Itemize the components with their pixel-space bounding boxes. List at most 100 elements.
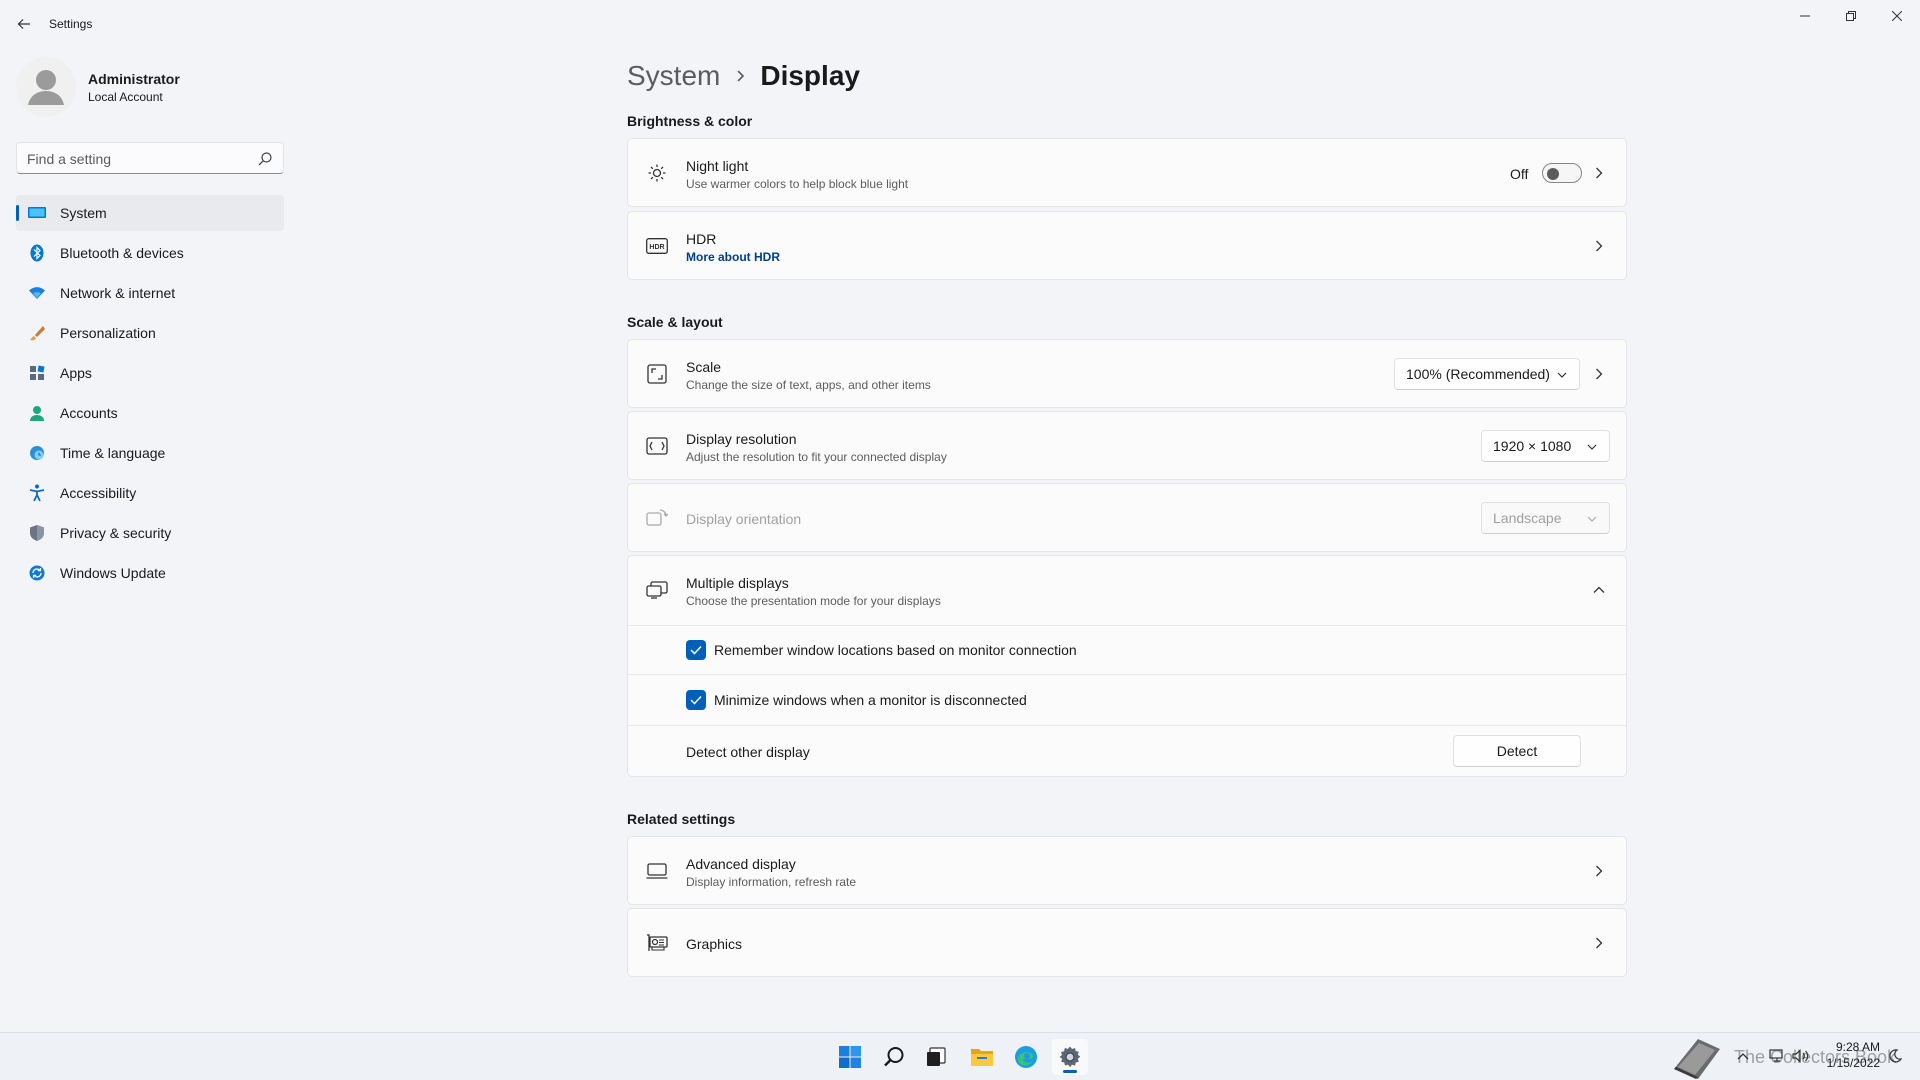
sidebar-item-bluetooth[interactable]: Bluetooth & devices	[16, 235, 284, 271]
sidebar-item-personalization[interactable]: Personalization	[16, 315, 284, 351]
sidebar-item-time-language[interactable]: Time & language	[16, 435, 284, 471]
search-box[interactable]	[16, 142, 284, 174]
resolution-dropdown[interactable]: 1920 × 1080	[1481, 430, 1610, 462]
sidebar-item-apps[interactable]: Apps	[16, 355, 284, 391]
edge-button[interactable]	[1008, 1039, 1044, 1075]
scale-dropdown-value: 100% (Recommended)	[1406, 366, 1550, 382]
book-icon	[1674, 1039, 1720, 1079]
checkmark-icon	[690, 695, 702, 705]
checkmark-icon	[690, 645, 702, 655]
chevron-up-icon[interactable]	[1734, 1047, 1752, 1065]
sidebar-item-label: Apps	[60, 365, 92, 381]
title-bar: Settings	[0, 0, 1920, 48]
sidebar-item-label: Network & internet	[60, 285, 176, 301]
shield-icon	[27, 523, 47, 543]
sidebar-item-label: Accounts	[60, 405, 118, 421]
toggle-knob	[1547, 168, 1559, 180]
moon-icon[interactable]	[1886, 1047, 1904, 1065]
chevron-right-icon[interactable]	[1592, 367, 1606, 381]
sidebar-item-accounts[interactable]: Accounts	[16, 395, 284, 431]
scale-subtitle: Change the size of text, apps, and other…	[686, 378, 931, 392]
hdr-card[interactable]: HDR HDR More about HDR	[627, 211, 1627, 280]
advanced-display-card[interactable]: Advanced display Display information, re…	[627, 836, 1627, 905]
brush-icon	[27, 323, 47, 343]
remember-window-locations-label[interactable]: Remember window locations based on monit…	[714, 642, 1077, 658]
hdr-title: HDR	[686, 231, 717, 247]
close-button[interactable]	[1874, 0, 1920, 32]
chevron-down-icon	[1587, 516, 1597, 522]
search-taskbar-button[interactable]	[876, 1039, 912, 1075]
clock-date: 1/15/2022	[1826, 1056, 1880, 1070]
volume-icon[interactable]	[1792, 1047, 1810, 1065]
advanced-display-subtitle: Display information, refresh rate	[686, 875, 857, 889]
edge-browser-icon	[1015, 1046, 1037, 1068]
chevron-down-icon	[1587, 444, 1597, 450]
avatar	[16, 57, 76, 117]
section-title-scale-layout: Scale & layout	[627, 314, 723, 330]
minimize-button[interactable]	[1782, 0, 1828, 32]
graphics-card[interactable]: Graphics	[627, 908, 1627, 977]
divider	[628, 674, 1626, 675]
sidebar-item-privacy[interactable]: Privacy & security	[16, 515, 284, 551]
multiple-monitors-icon	[646, 579, 668, 601]
detect-button[interactable]: Detect	[1453, 735, 1581, 767]
network-wired-icon[interactable]	[1768, 1047, 1786, 1065]
sidebar-item-label: Accessibility	[60, 485, 137, 501]
close-icon	[1892, 11, 1902, 21]
display-resolution-card: Display resolution Adjust the resolution…	[627, 411, 1627, 480]
active-app-indicator	[1063, 1070, 1077, 1073]
minimize-icon	[1800, 15, 1810, 17]
sidebar-item-label: Bluetooth & devices	[60, 245, 184, 261]
night-light-toggle[interactable]	[1542, 163, 1582, 183]
display-orientation-card: Display orientation Landscape	[627, 483, 1627, 552]
multiple-displays-subtitle: Choose the presentation mode for your di…	[686, 594, 941, 608]
chevron-up-icon[interactable]	[1592, 583, 1606, 597]
search-icon[interactable]	[257, 151, 273, 167]
taskbar-clock[interactable]: 9:28 AM 1/15/2022	[1820, 1039, 1880, 1071]
sidebar-item-network[interactable]: Network & internet	[16, 275, 284, 311]
taskbar: The Collectors Book 9:28 AM 1/15/2022	[0, 1032, 1920, 1080]
night-light-subtitle: Use warmer colors to help block blue lig…	[686, 177, 909, 191]
restore-icon	[1846, 11, 1856, 21]
chevron-right-icon	[736, 70, 746, 82]
restore-button[interactable]	[1828, 0, 1874, 32]
more-about-hdr-link[interactable]: More about HDR	[686, 250, 780, 264]
breadcrumb: System Display	[627, 54, 860, 98]
laptop-icon	[646, 860, 668, 882]
folder-icon	[971, 1049, 993, 1066]
chevron-down-icon	[1557, 372, 1567, 378]
resolution-subtitle: Adjust the resolution to fit your connec…	[686, 450, 947, 464]
search-input[interactable]	[27, 149, 247, 169]
chevron-right-icon[interactable]	[1592, 864, 1606, 878]
chevron-right-icon[interactable]	[1592, 936, 1606, 950]
graphics-title: Graphics	[686, 936, 743, 952]
breadcrumb-parent[interactable]: System	[627, 60, 720, 92]
night-light-card[interactable]: Night light Use warmer colors to help bl…	[627, 138, 1627, 207]
app-title: Settings	[49, 17, 93, 31]
minimize-windows-label[interactable]: Minimize windows when a monitor is disco…	[714, 692, 1027, 708]
wifi-icon	[27, 283, 47, 303]
remember-window-locations-checkbox[interactable]	[686, 640, 706, 660]
sidebar-item-label: System	[60, 205, 107, 221]
monitor-icon	[27, 203, 47, 223]
scale-card: Scale Change the size of text, apps, and…	[627, 339, 1627, 408]
page-title: Display	[760, 60, 860, 91]
chevron-right-icon[interactable]	[1592, 239, 1606, 253]
user-profile[interactable]: Administrator Local Account	[16, 57, 286, 117]
multiple-displays-header[interactable]: Multiple displays Choose the presentatio…	[628, 556, 1626, 625]
chevron-right-icon[interactable]	[1592, 166, 1606, 180]
settings-taskbar-button[interactable]	[1052, 1039, 1088, 1075]
sidebar-item-label: Time & language	[60, 445, 166, 461]
sidebar-item-system[interactable]: System	[16, 195, 284, 231]
task-view-button[interactable]	[918, 1039, 954, 1075]
scale-dropdown[interactable]: 100% (Recommended)	[1394, 358, 1580, 390]
back-button[interactable]	[12, 12, 36, 36]
resolution-title: Display resolution	[686, 431, 797, 447]
start-button[interactable]	[832, 1039, 868, 1075]
minimize-windows-checkbox[interactable]	[686, 690, 706, 710]
sidebar-item-windows-update[interactable]: Windows Update	[16, 555, 284, 591]
sidebar-item-accessibility[interactable]: Accessibility	[16, 475, 284, 511]
resolution-icon	[646, 435, 668, 457]
detect-other-display-label: Detect other display	[686, 744, 810, 760]
file-explorer-button[interactable]	[964, 1039, 1000, 1075]
